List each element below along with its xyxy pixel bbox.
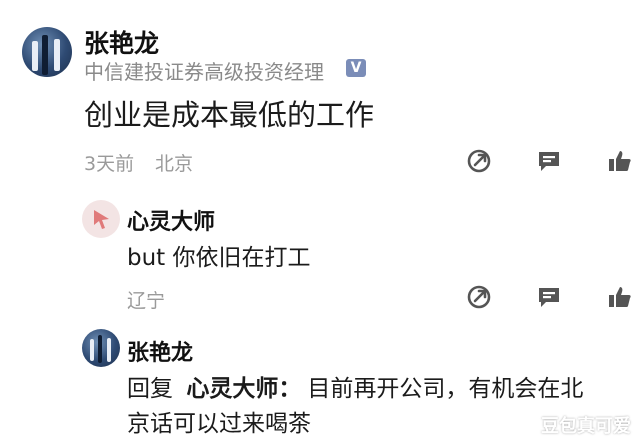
share-icon[interactable]	[466, 148, 492, 174]
avatar[interactable]	[82, 329, 120, 367]
avatar[interactable]	[22, 27, 72, 77]
like-icon[interactable]	[607, 148, 633, 174]
reply-icon[interactable]	[536, 284, 562, 310]
reply-text-line2: 京话可以过来喝茶	[127, 411, 311, 437]
reply-text: but 你依旧在打工	[127, 245, 311, 271]
reply-text: 回复 心灵大师： 目前再开公司，有机会在北	[127, 369, 583, 403]
comment-location: 北京	[155, 153, 194, 175]
comment-text: 创业是成本最低的工作	[84, 98, 375, 132]
share-icon[interactable]	[466, 284, 492, 310]
reply-author[interactable]: 张艳龙	[127, 335, 193, 367]
verified-badge: V	[346, 59, 366, 77]
avatar[interactable]	[82, 200, 120, 238]
watermark: 豆包真可爱	[541, 416, 631, 437]
reply-prefix: 回复	[127, 376, 173, 402]
like-icon[interactable]	[607, 284, 633, 310]
comment-author[interactable]: 张艳龙	[84, 24, 159, 60]
reply-text-line1: 目前再开公司，有机会在北	[307, 376, 584, 402]
comment-time: 3天前	[84, 153, 135, 175]
reply-location: 辽宁	[127, 290, 166, 312]
reply-icon[interactable]	[536, 148, 562, 174]
author-title: 中信建投证券高级投资经理	[84, 60, 324, 84]
reply-author[interactable]: 心灵大师	[127, 204, 215, 236]
reply-target[interactable]: 心灵大师：	[186, 376, 301, 402]
